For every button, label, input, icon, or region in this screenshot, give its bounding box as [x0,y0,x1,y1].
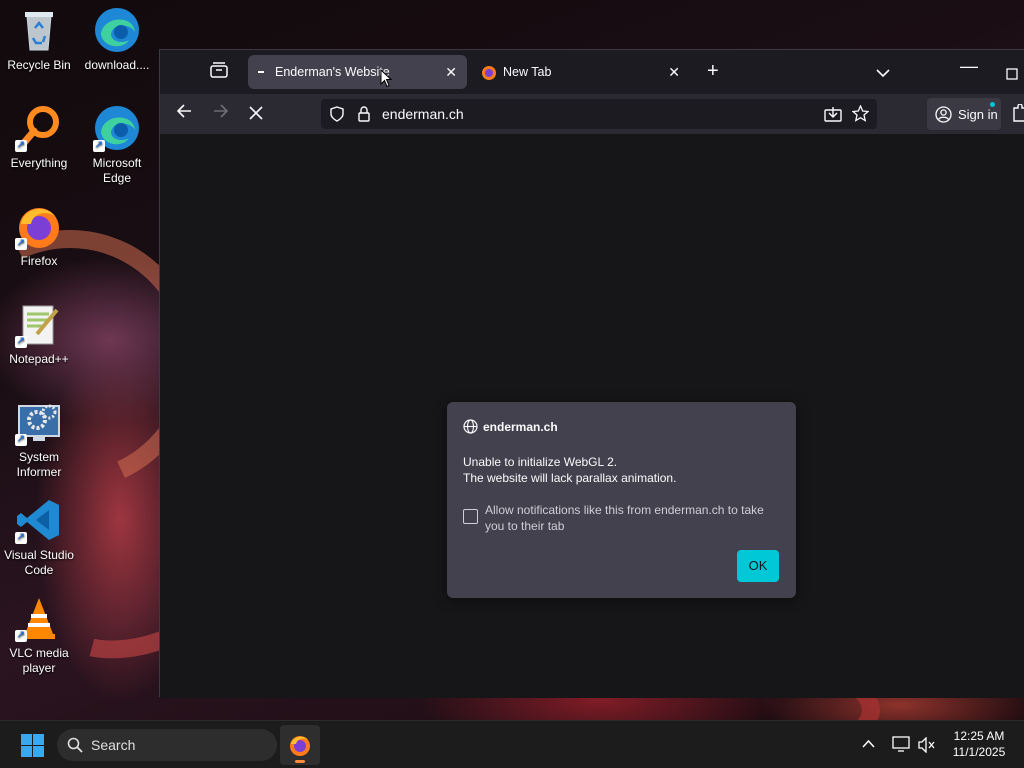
desktop-icon-vlc[interactable]: ↗ VLC media player [0,594,78,676]
account-icon [935,105,952,123]
vlc-icon: ↗ [15,594,63,642]
dialog-message-line-1: Unable to initialize WebGL 2. [463,455,618,469]
desktop-icon-label: Recycle Bin [7,58,71,72]
tab-bar: Enderman's Website ✕ New Tab ✕ + — [160,50,1024,94]
desktop-icon-vscode[interactable]: ↗ Visual Studio Code [0,496,78,578]
url-text[interactable]: enderman.ch [382,106,464,122]
lock-icon[interactable] [357,106,371,122]
desktop-icon-label: Notepad++ [9,352,69,366]
sign-in-label: Sign in [958,106,998,122]
dialog-message: Unable to initialize WebGL 2. The websit… [463,454,676,486]
edge-icon [93,6,141,54]
tab-title: Enderman's Website [275,65,390,79]
volume-muted-icon[interactable] [918,737,936,753]
list-all-tabs-chevron-icon[interactable] [876,62,890,83]
search-magnifier-icon: ↗ [15,104,63,152]
edge-icon: ↗ [93,104,141,152]
taskbar-search-box[interactable]: Search [57,729,277,761]
url-bar[interactable]: enderman.ch [321,99,877,129]
desktop-icon-notepadpp[interactable]: ↗ Notepad++ [0,300,78,367]
show-hidden-icons-chevron-icon[interactable] [862,739,875,748]
clock[interactable]: 12:25 AM 11/1/2025 [944,728,1014,760]
desktop-icon-everything[interactable]: ↗ Everything [0,104,78,171]
desktop-icon-download[interactable]: download.... [78,6,156,73]
desktop-icon-label: Microsoft Edge [92,156,142,185]
close-tab-icon[interactable]: ✕ [668,64,680,81]
search-icon [67,737,83,753]
clock-date: 11/1/2025 [952,745,1006,759]
dialog-header: enderman.ch [463,419,558,434]
tab-new-tab[interactable]: New Tab ✕ [471,55,690,89]
bookmark-star-icon[interactable] [852,105,869,122]
desktop-icon-label: download.... [84,58,150,72]
firefox-icon: ↗ [15,202,63,250]
dialog-site: enderman.ch [483,419,558,434]
tab-overview-icon[interactable] [210,62,228,83]
desktop-icon-system-informer[interactable]: ↗ System Informer [0,398,78,480]
clock-time: 12:25 AM [953,729,1005,743]
download-tray-icon[interactable] [824,106,842,122]
page-content: enderman.ch Unable to initialize WebGL 2… [160,134,1024,698]
notification-checkbox-label[interactable]: Allow notifications like this from ender… [485,502,781,534]
firefox-icon [481,64,497,80]
desktop-icon-label: Firefox [20,254,58,268]
extensions-icon[interactable] [1012,103,1024,127]
maximize-icon[interactable] [1006,64,1018,85]
alert-dialog: enderman.ch Unable to initialize WebGL 2… [447,402,796,598]
stop-loading-icon[interactable] [249,104,263,125]
vscode-icon: ↗ [15,496,63,544]
desktop-icon-label: Everything [10,156,68,170]
notepadpp-icon: ↗ [15,300,63,348]
close-tab-icon[interactable]: ✕ [445,64,457,81]
desktop-icon-recycle-bin[interactable]: Recycle Bin [0,6,78,73]
back-arrow-icon[interactable] [176,103,192,124]
desktop-icon-firefox[interactable]: ↗ Firefox [0,202,78,269]
desktop-icon-microsoft-edge[interactable]: ↗ Microsoft Edge [78,104,156,186]
start-windows-icon[interactable] [21,734,44,757]
recycle-bin-icon [15,6,63,54]
desktop-icon-label: VLC media player [9,646,69,675]
ok-button[interactable]: OK [737,550,779,582]
new-tab-plus-icon[interactable]: + [707,60,719,83]
mouse-cursor [380,68,393,93]
tab-title: New Tab [503,65,552,79]
tab-endermans-website[interactable]: Enderman's Website ✕ [248,55,467,89]
notification-checkbox[interactable] [463,509,478,524]
network-monitor-icon[interactable] [892,736,910,752]
firefox-window: Enderman's Website ✕ New Tab ✕ + — ender… [159,49,1024,698]
loading-dot-icon [258,71,264,73]
search-placeholder: Search [91,737,136,753]
system-informer-icon: ↗ [15,398,63,446]
dialog-message-line-2: The website will lack parallax animation… [463,471,677,485]
sign-in-button[interactable]: Sign in [927,98,1001,130]
desktop-icon-label: System Informer [16,450,62,479]
taskbar-firefox-button[interactable] [280,725,320,765]
shield-icon[interactable] [329,106,345,122]
firefox-icon [289,734,311,756]
active-app-indicator [295,760,305,763]
nav-toolbar: enderman.ch Sign in [160,94,1024,134]
minimize-icon[interactable]: — [960,56,978,77]
desktop-icon-label: Visual Studio Code [4,548,74,577]
notification-dot-icon [990,102,995,107]
taskbar: Search 12:25 AM 11/1/2025 [0,720,1024,768]
globe-icon [463,419,478,434]
forward-arrow-icon[interactable] [213,103,229,124]
